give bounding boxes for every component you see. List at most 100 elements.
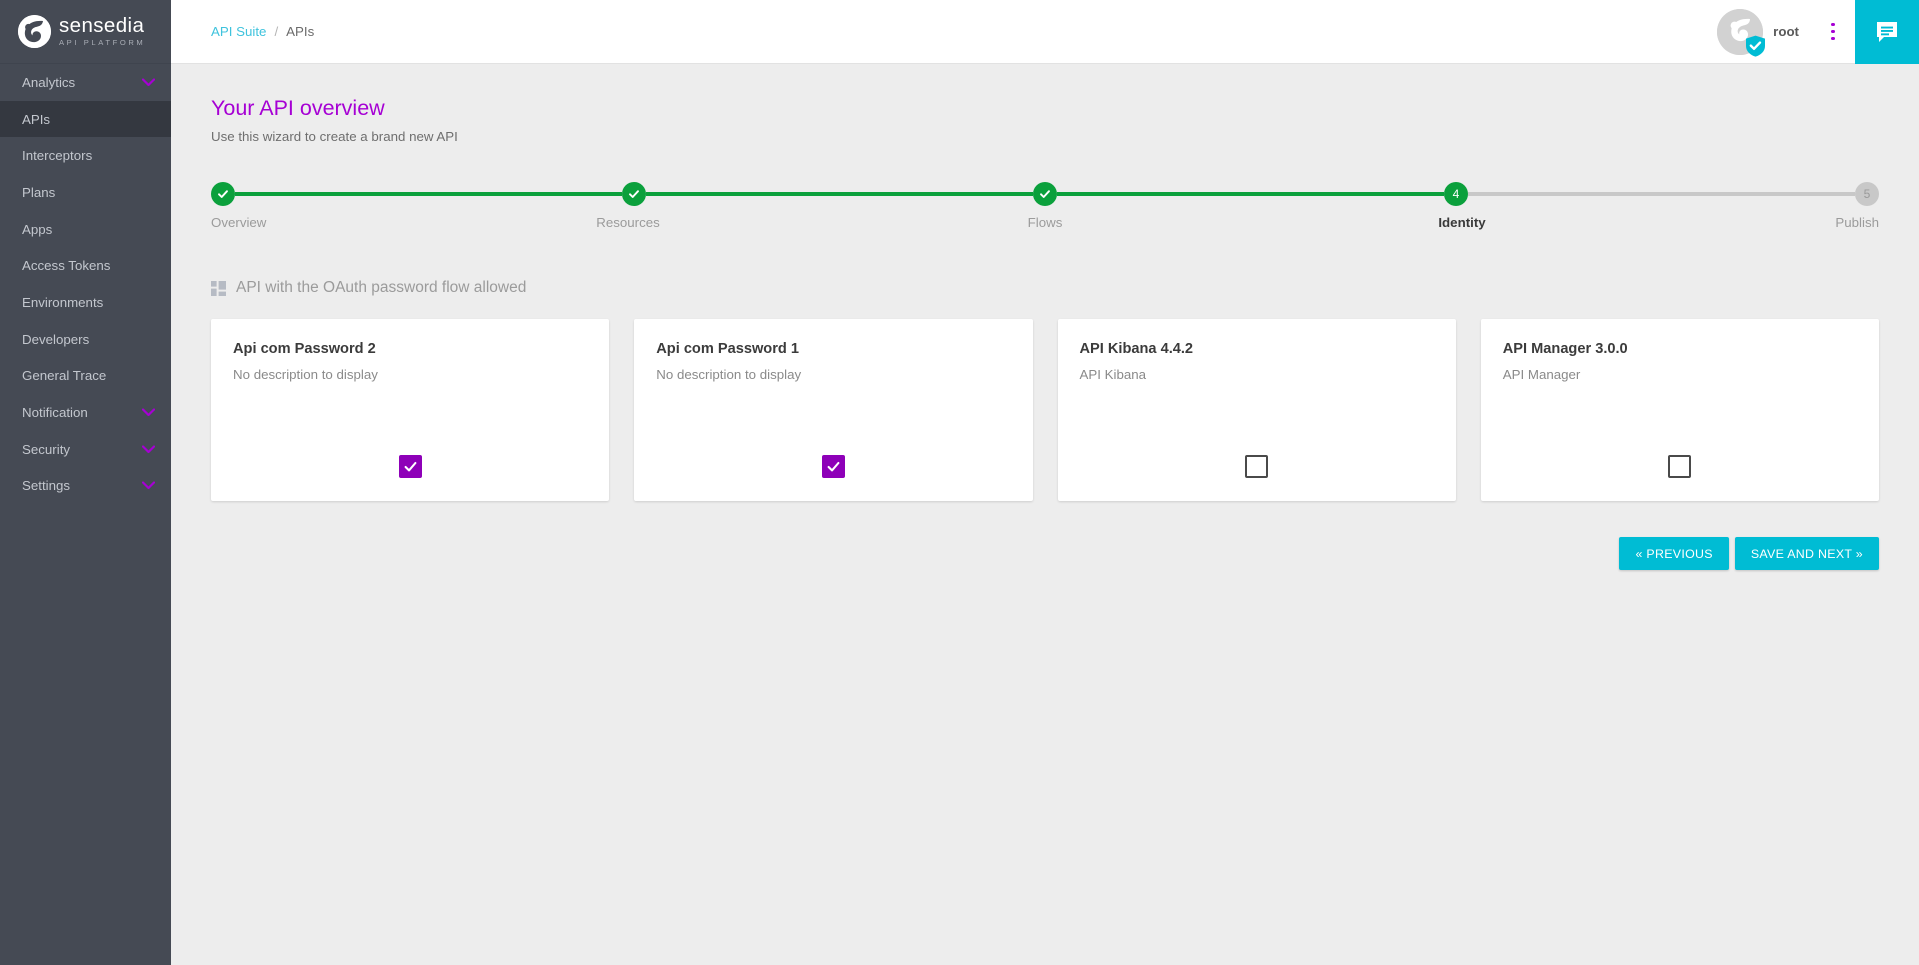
stepper-connector	[1468, 191, 1855, 197]
sensedia-swirl-logo-icon	[18, 15, 51, 48]
sidebar-item-label: Security	[22, 441, 71, 457]
stepper-connector	[1057, 191, 1444, 197]
stepper-label-publish: Publish	[1835, 215, 1879, 230]
stepper-connector	[646, 191, 1033, 197]
sidebar-item-label: Interceptors	[22, 148, 93, 164]
breadcrumb-separator: /	[274, 24, 279, 39]
api-card-checkbox[interactable]	[1245, 455, 1269, 478]
sidebar-item-label: Access Tokens	[22, 258, 111, 274]
check-icon	[628, 188, 640, 200]
avatar[interactable]	[1717, 8, 1766, 57]
stepper-node-overview[interactable]	[211, 182, 235, 206]
chat-bubble-icon[interactable]	[1855, 0, 1919, 64]
api-card-checkbox[interactable]	[398, 455, 422, 478]
sidebar-item-apis[interactable]: APIs	[0, 100, 171, 138]
sidebar-nav: Analytics APIs Interceptors Plans Apps Access…	[0, 64, 171, 504]
stepper-node-flows[interactable]	[1033, 182, 1057, 206]
sidebar-item-apps[interactable]: Apps	[0, 211, 171, 248]
check-icon	[1039, 188, 1051, 200]
api-card[interactable]: Api com Password 2 No description to disp…	[211, 319, 610, 501]
breadcrumb-current-apis: APIs	[286, 24, 315, 39]
content-area: Your API overview Use this wizard to cre…	[171, 64, 1919, 965]
api-card-checkbox-row	[634, 455, 1032, 478]
api-card-list: Api com Password 2 No description to disp…	[211, 319, 1879, 501]
api-card-checkbox-row	[1481, 455, 1879, 478]
sidebar-item-environments[interactable]: Environments	[0, 284, 171, 321]
stepper-node-number: 4	[1452, 187, 1460, 201]
topbar-right: root	[1717, 0, 1919, 64]
api-card-checkbox[interactable]	[821, 455, 845, 478]
api-card[interactable]: API Manager 3.0.0 API Manager	[1480, 319, 1879, 501]
api-card-title: API Kibana 4.4.2	[1079, 341, 1194, 357]
sidebar-item-label: Environments	[22, 294, 104, 310]
api-card[interactable]: Api com Password 1 No description to disp…	[634, 319, 1033, 501]
section-title: API with the OAuth password flow allowed	[236, 279, 527, 296]
brand-tagline: API PLATFORM	[59, 38, 146, 48]
api-card-title: API Manager 3.0.0	[1502, 341, 1628, 357]
sidebar-item-general-trace[interactable]: General Trace	[0, 358, 171, 395]
sidebar-item-label: APIs	[22, 111, 51, 127]
sidebar-item-plans[interactable]: Plans	[0, 174, 171, 211]
stepper-connector	[235, 191, 622, 197]
stepper-label-flows: Flows	[1027, 215, 1063, 230]
check-icon	[217, 188, 229, 200]
stepper-label-overview: Overview	[211, 215, 267, 230]
stepper-node-number: 5	[1863, 187, 1871, 201]
breadcrumb-link-api-suite[interactable]: API Suite	[211, 24, 266, 39]
sidebar-item-label: General Trace	[22, 368, 107, 384]
wizard-actions: « PREVIOUS SAVE AND NEXT »	[211, 537, 1879, 570]
sidebar-item-settings[interactable]: Settings	[0, 468, 171, 505]
sidebar-item-access-tokens[interactable]: Access Tokens	[0, 247, 171, 284]
api-card[interactable]: API Kibana 4.4.2 API Kibana	[1057, 319, 1456, 501]
api-card-description: No description to display	[233, 367, 378, 382]
shield-check-icon	[1745, 35, 1766, 57]
sidebar-item-security[interactable]: Security	[0, 431, 171, 468]
api-card-checkbox[interactable]	[1668, 455, 1692, 478]
api-card-checkbox-row	[1058, 455, 1456, 478]
api-card-description: API Manager	[1502, 367, 1581, 382]
stepper-labels: Overview Resources Flows Identity Publish	[211, 215, 1879, 239]
username-label: root	[1773, 24, 1799, 39]
brand-logo[interactable]: sensedia API PLATFORM	[0, 0, 171, 64]
check-icon	[826, 459, 841, 474]
sidebar: sensedia API PLATFORM Analytics APIs Inter…	[0, 0, 171, 965]
chevron-down-icon[interactable]	[142, 408, 155, 417]
sidebar-item-label: Apps	[22, 221, 53, 237]
stepper-label-identity: Identity	[1438, 215, 1486, 230]
sidebar-item-label: Developers	[22, 331, 90, 347]
wizard-stepper: 45 Overview Resources Flows Identity Publish	[211, 179, 1879, 241]
api-card-checkbox-row	[211, 455, 609, 478]
more-vertical-icon[interactable]	[1821, 12, 1845, 52]
chevron-down-icon[interactable]	[142, 78, 155, 87]
check-icon	[403, 459, 418, 474]
chevron-down-icon[interactable]	[142, 481, 155, 490]
sidebar-item-label: Notification	[22, 405, 88, 421]
api-card-description: API Kibana	[1079, 367, 1147, 382]
app-root: sensedia API PLATFORM Analytics APIs Inter…	[0, 0, 1919, 965]
breadcrumb: API Suite / APIs	[171, 24, 314, 39]
stepper-node-publish[interactable]: 5	[1855, 182, 1879, 206]
api-card-title: Api com Password 1	[656, 341, 799, 357]
chevron-down-icon[interactable]	[142, 445, 155, 454]
section-header: API with the OAuth password flow allowed	[211, 279, 1879, 297]
sidebar-item-label: Analytics	[22, 74, 76, 90]
stepper-node-resources[interactable]	[622, 182, 646, 206]
previous-button[interactable]: « PREVIOUS	[1619, 537, 1729, 570]
stepper-label-resources: Resources	[596, 215, 660, 230]
api-card-description: No description to display	[656, 367, 802, 382]
stepper-track: 45	[211, 179, 1879, 209]
stepper-node-identity[interactable]: 4	[1444, 182, 1468, 206]
main-area: API Suite / APIs root Your API overview …	[171, 0, 1919, 965]
sidebar-item-interceptors[interactable]: Interceptors	[0, 137, 171, 174]
page-subtitle: Use this wizard to create a brand new AP…	[211, 129, 458, 144]
topbar: API Suite / APIs root	[171, 0, 1919, 64]
sidebar-item-analytics[interactable]: Analytics	[0, 64, 171, 101]
sidebar-item-notification[interactable]: Notification	[0, 394, 171, 431]
brand-name: sensedia	[59, 13, 145, 37]
api-card-title: Api com Password 2	[233, 341, 376, 357]
page-title: Your API overview	[211, 96, 385, 120]
sidebar-item-label: Plans	[22, 184, 56, 200]
dashboard-grid-icon	[211, 280, 226, 296]
sidebar-item-developers[interactable]: Developers	[0, 321, 171, 358]
save-and-next-button[interactable]: SAVE AND NEXT »	[1734, 537, 1879, 570]
